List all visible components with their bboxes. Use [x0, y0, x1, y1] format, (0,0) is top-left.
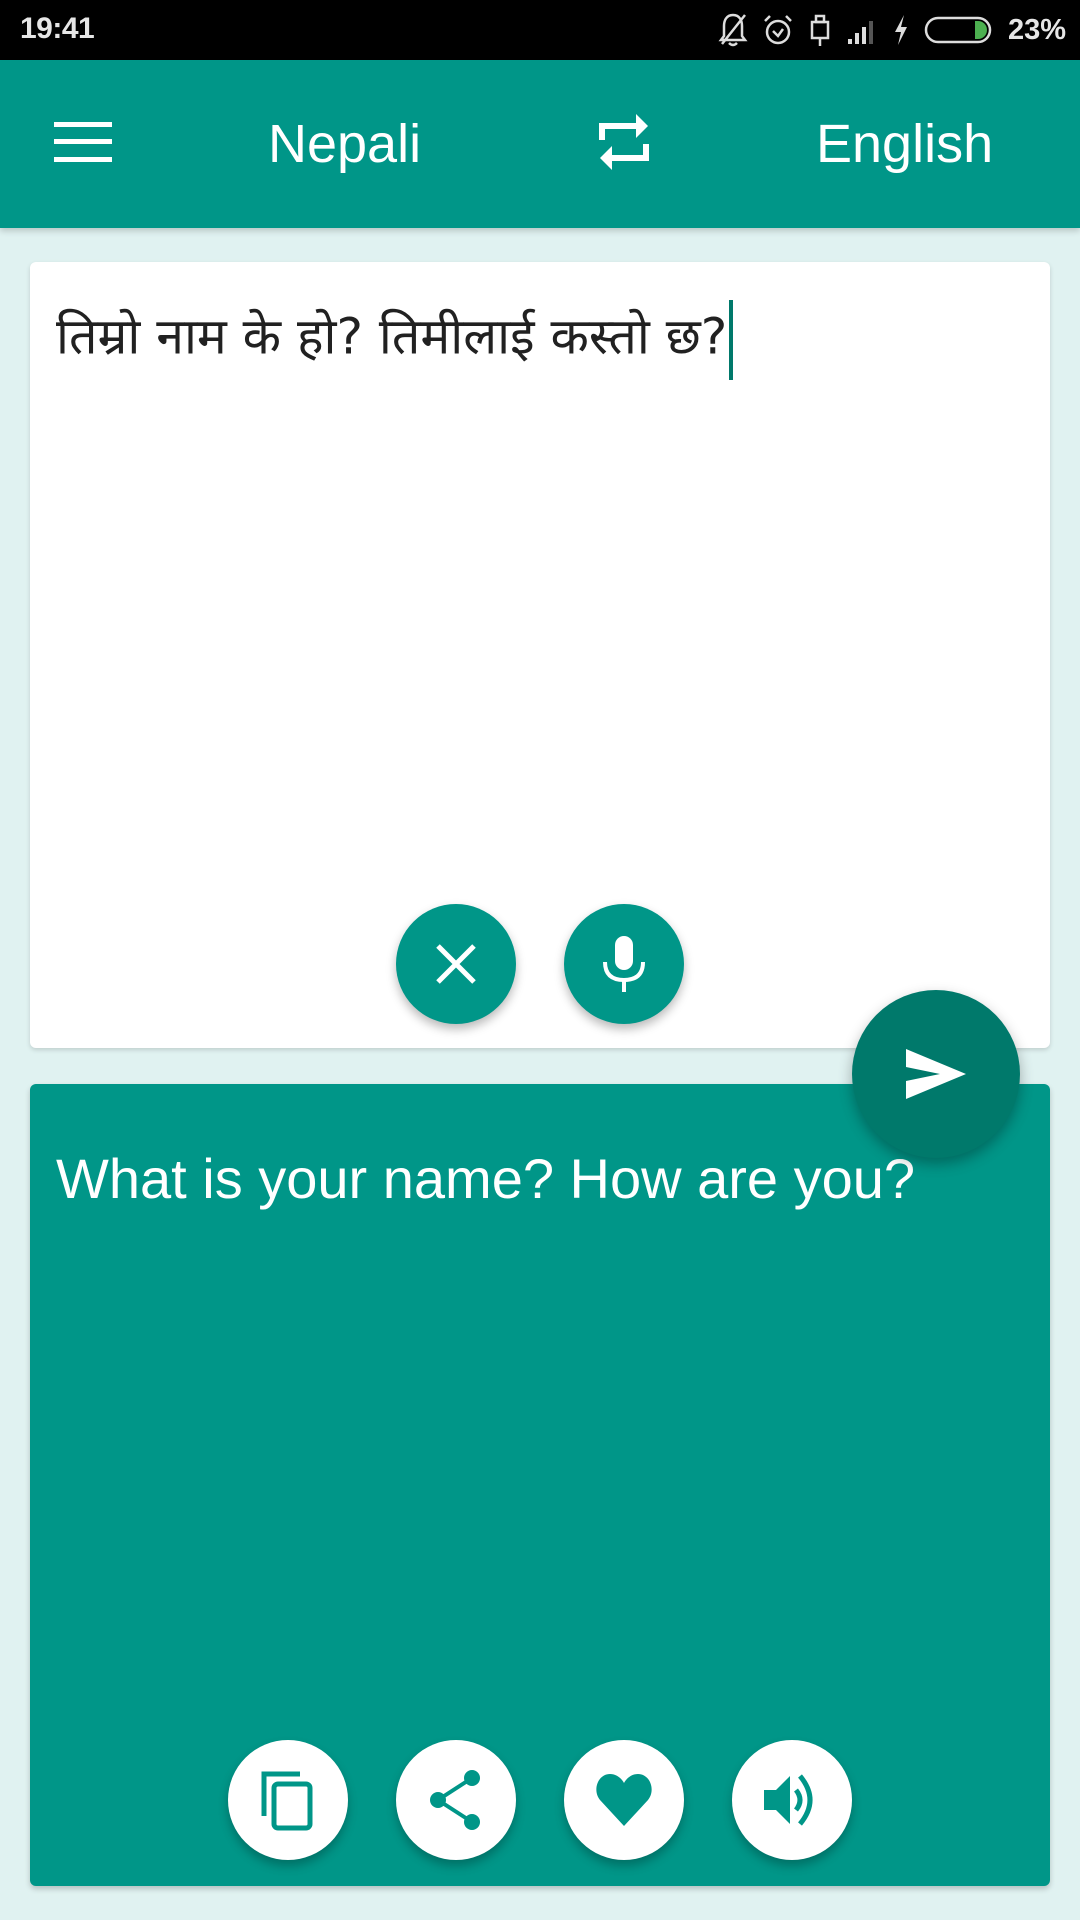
- clear-button[interactable]: [396, 904, 516, 1024]
- copy-button[interactable]: [228, 1740, 348, 1860]
- battery-percent: 23%: [1007, 13, 1066, 46]
- notifications-off-icon: [718, 12, 748, 48]
- share-icon: [430, 1770, 480, 1830]
- source-text-input[interactable]: तिम्रो नाम के हो? तिमीलाई कस्तो छ?: [56, 300, 734, 380]
- volume-icon: [764, 1774, 813, 1826]
- charging-icon: [892, 14, 910, 46]
- microphone-icon: [603, 936, 645, 992]
- menu-icon: [54, 122, 112, 162]
- share-button[interactable]: [396, 1740, 516, 1860]
- target-language-selector[interactable]: English: [816, 114, 993, 174]
- source-text: तिम्रो नाम के हो? तिमीलाई कस्तो छ?: [56, 307, 728, 366]
- speak-button[interactable]: [732, 1740, 852, 1860]
- translate-send-button[interactable]: [852, 990, 1020, 1158]
- close-icon: [436, 944, 476, 984]
- translated-text: What is your name? How are you?: [56, 1147, 916, 1210]
- favorite-button[interactable]: [564, 1740, 684, 1860]
- battery-icon: [924, 15, 994, 45]
- text-caret: [729, 300, 734, 380]
- status-icons: 23%: [718, 8, 1066, 52]
- source-text-card[interactable]: तिम्रो नाम के हो? तिमीलाई कस्तो छ?: [30, 262, 1050, 1048]
- app-bar: Nepali English: [0, 60, 1080, 228]
- alarm-icon: [762, 13, 794, 47]
- usb-lock-icon: [808, 12, 832, 48]
- copy-icon: [261, 1771, 313, 1831]
- microphone-button[interactable]: [564, 904, 684, 1024]
- swap-icon: [599, 114, 649, 170]
- heart-icon: [596, 1774, 652, 1826]
- signal-icon: [846, 15, 878, 45]
- source-language-selector[interactable]: Nepali: [268, 114, 421, 174]
- translation-card: What is your name? How are you?: [30, 1084, 1050, 1886]
- status-time: 19:41: [20, 12, 95, 45]
- menu-button[interactable]: [54, 120, 112, 164]
- status-bar: 19:41 23%: [0, 0, 1080, 60]
- swap-languages-button[interactable]: [594, 110, 654, 174]
- send-icon: [906, 1049, 966, 1099]
